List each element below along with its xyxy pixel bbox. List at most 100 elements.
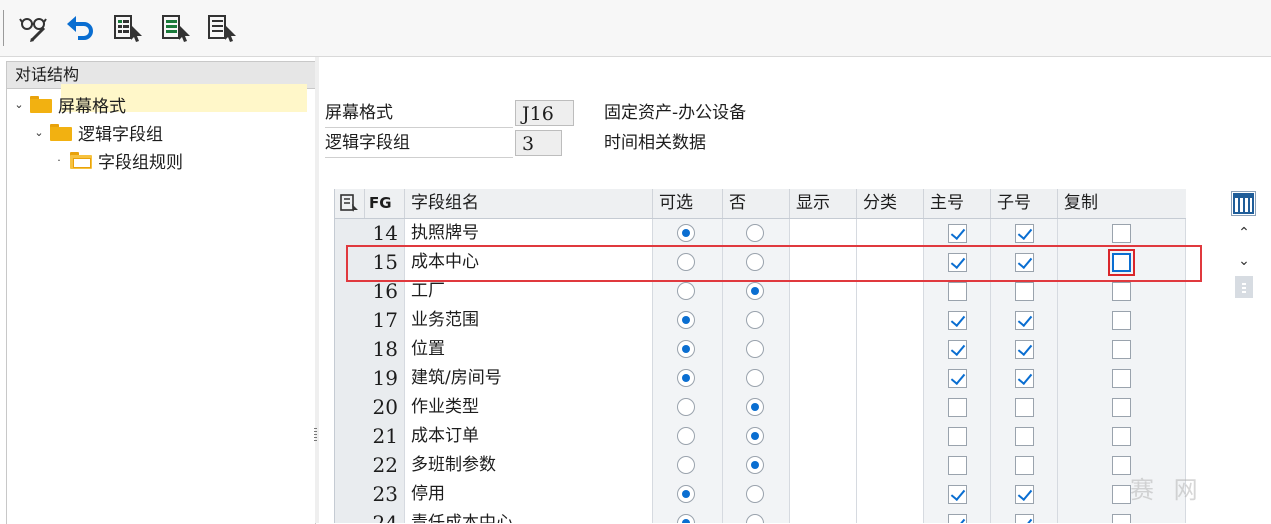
column-header-no[interactable]: 否: [723, 189, 790, 218]
column-header-optional[interactable]: 可选: [653, 189, 723, 218]
table-row[interactable]: 23 停用: [335, 480, 1186, 510]
table-row[interactable]: 16 工厂: [335, 277, 1186, 307]
category-cell[interactable]: [857, 451, 924, 480]
sub-no-checkbox[interactable]: [1015, 485, 1034, 504]
copy-checkbox[interactable]: [1112, 340, 1131, 359]
table-row[interactable]: 18 位置: [335, 335, 1186, 365]
scrollbar-thumb[interactable]: [1235, 276, 1253, 298]
copy-checkbox[interactable]: [1112, 369, 1131, 388]
screen-format-field[interactable]: J16: [515, 100, 574, 126]
table-row[interactable]: 17 业务范围: [335, 306, 1186, 336]
main-no-checkbox[interactable]: [948, 514, 967, 523]
category-cell[interactable]: [857, 248, 924, 277]
category-cell[interactable]: [857, 219, 924, 248]
copy-checkbox[interactable]: [1112, 398, 1131, 417]
panel-splitter[interactable]: [315, 57, 319, 523]
main-no-checkbox[interactable]: [948, 282, 967, 301]
display-cell[interactable]: [790, 335, 857, 364]
optional-radio[interactable]: [677, 398, 695, 416]
optional-radio[interactable]: [677, 340, 695, 358]
main-no-checkbox[interactable]: [948, 369, 967, 388]
sub-no-checkbox[interactable]: [1015, 514, 1034, 523]
copy-checkbox[interactable]: [1112, 514, 1131, 523]
no-radio[interactable]: [746, 514, 764, 523]
sub-no-checkbox[interactable]: [1015, 224, 1034, 243]
main-no-checkbox[interactable]: [948, 340, 967, 359]
copy-checkbox[interactable]: [1112, 485, 1131, 504]
category-cell[interactable]: [857, 509, 924, 523]
optional-radio[interactable]: [677, 311, 695, 329]
select-block-button[interactable]: [112, 12, 144, 44]
table-row[interactable]: 24 责任成本中心: [335, 509, 1186, 523]
select-all-button[interactable]: [160, 12, 192, 44]
table-row[interactable]: 20 作业类型: [335, 393, 1186, 423]
copy-checkbox[interactable]: [1112, 311, 1131, 330]
optional-radio[interactable]: [677, 253, 695, 271]
column-header-fg[interactable]: FG: [365, 189, 405, 218]
category-cell[interactable]: [857, 306, 924, 335]
optional-radio[interactable]: [677, 514, 695, 523]
no-radio[interactable]: [746, 485, 764, 503]
optional-radio[interactable]: [677, 369, 695, 387]
table-row[interactable]: 14 执照牌号: [335, 219, 1186, 249]
display-cell[interactable]: [790, 364, 857, 393]
display-cell[interactable]: [790, 480, 857, 509]
no-radio[interactable]: [746, 282, 764, 300]
display-cell[interactable]: [790, 306, 857, 335]
table-row[interactable]: 19 建筑/房间号: [335, 364, 1186, 394]
splitter-grip-icon[interactable]: [314, 428, 317, 442]
sub-no-checkbox[interactable]: [1015, 398, 1034, 417]
main-no-checkbox[interactable]: [948, 427, 967, 446]
undo-button[interactable]: [64, 12, 96, 44]
main-no-checkbox[interactable]: [948, 253, 967, 272]
category-cell[interactable]: [857, 480, 924, 509]
table-row[interactable]: 21 成本订单: [335, 422, 1186, 452]
field-group-field[interactable]: 3: [515, 130, 562, 156]
deselect-all-button[interactable]: [206, 12, 238, 44]
column-header-name[interactable]: 字段组名: [405, 189, 653, 218]
sub-no-checkbox[interactable]: [1015, 427, 1034, 446]
optional-radio[interactable]: [677, 485, 695, 503]
tree-node-screen-format[interactable]: ⌄ 屏幕格式: [12, 90, 126, 118]
no-radio[interactable]: [746, 398, 764, 416]
column-header-display[interactable]: 显示: [790, 189, 857, 218]
copy-checkbox[interactable]: [1112, 427, 1131, 446]
optional-radio[interactable]: [677, 224, 695, 242]
copy-checkbox[interactable]: [1112, 282, 1131, 301]
column-header-sub-no[interactable]: 子号: [991, 189, 1058, 218]
table-row[interactable]: 22 多班制参数: [335, 451, 1186, 481]
no-radio[interactable]: [746, 224, 764, 242]
tree-node-field-group-rules[interactable]: · 字段组规则: [52, 146, 183, 174]
no-radio[interactable]: [746, 456, 764, 474]
sub-no-checkbox[interactable]: [1015, 456, 1034, 475]
tree-node-logical-field-group[interactable]: ⌄ 逻辑字段组: [32, 118, 163, 146]
sub-no-checkbox[interactable]: [1015, 369, 1034, 388]
chevron-down-icon[interactable]: ⌄: [12, 98, 26, 111]
display-cell[interactable]: [790, 509, 857, 523]
copy-checkbox[interactable]: [1112, 224, 1131, 243]
main-no-checkbox[interactable]: [948, 398, 967, 417]
scroll-up-button[interactable]: ⌃: [1229, 219, 1259, 247]
display-cell[interactable]: [790, 219, 857, 248]
no-radio[interactable]: [746, 369, 764, 387]
column-header-copy[interactable]: 复制: [1058, 189, 1186, 218]
scroll-down-button[interactable]: ⌄: [1229, 247, 1259, 275]
category-cell[interactable]: [857, 393, 924, 422]
sub-no-checkbox[interactable]: [1015, 340, 1034, 359]
optional-radio[interactable]: [677, 427, 695, 445]
optional-radio[interactable]: [677, 282, 695, 300]
category-cell[interactable]: [857, 335, 924, 364]
main-no-checkbox[interactable]: [948, 224, 967, 243]
no-radio[interactable]: [746, 427, 764, 445]
display-change-button[interactable]: [18, 12, 50, 44]
copy-checkbox[interactable]: [1112, 456, 1131, 475]
category-cell[interactable]: [857, 422, 924, 451]
main-no-checkbox[interactable]: [948, 456, 967, 475]
no-radio[interactable]: [746, 253, 764, 271]
sub-no-checkbox[interactable]: [1015, 253, 1034, 272]
optional-radio[interactable]: [677, 456, 695, 474]
display-cell[interactable]: [790, 393, 857, 422]
chevron-down-icon[interactable]: ⌄: [32, 126, 46, 139]
category-cell[interactable]: [857, 364, 924, 393]
main-no-checkbox[interactable]: [948, 311, 967, 330]
